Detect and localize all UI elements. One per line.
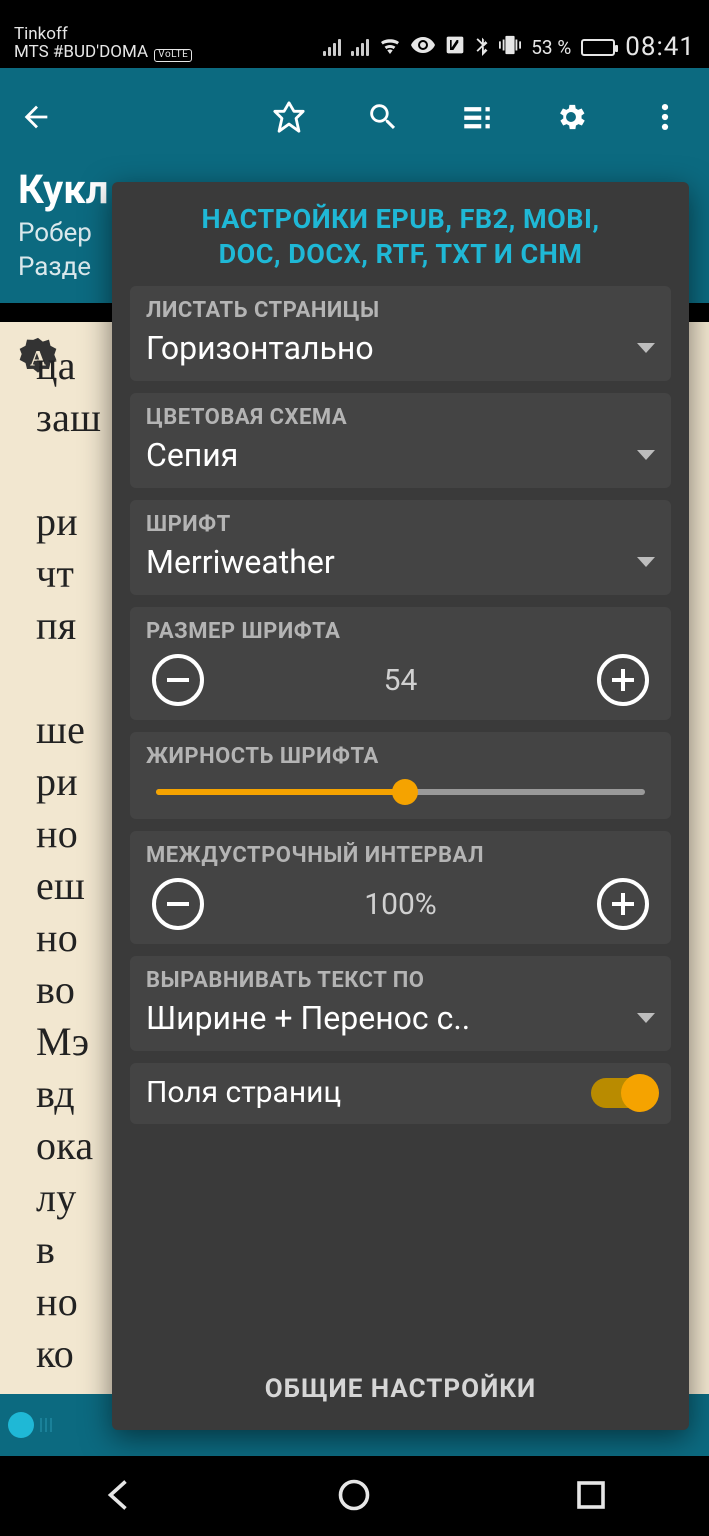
chevron-down-icon <box>637 343 655 353</box>
color-scheme-label: ЦВЕТОВАЯ СХЕМА <box>146 405 655 430</box>
color-scheme-value: Сепия <box>146 436 238 474</box>
page-margins-toggle[interactable] <box>591 1078 655 1108</box>
text-align-value: Ширине + Перенос с.. <box>146 999 470 1037</box>
nav-home-button[interactable] <box>336 1477 372 1516</box>
text-align-setting[interactable]: ВЫРАВНИВАТЬ ТЕКСТ ПО Ширине + Перенос с.… <box>130 956 671 1051</box>
visibility-icon <box>411 36 435 59</box>
line-spacing-increase-button[interactable] <box>597 878 649 930</box>
signal-1-icon <box>323 39 341 56</box>
signal-2-icon <box>351 39 369 56</box>
contents-button[interactable] <box>447 87 507 147</box>
font-size-setting: РАЗМЕР ШРИФТА 54 <box>130 607 671 720</box>
carrier-secondary: MTS #BUD'DOMA VoLTE <box>14 44 192 62</box>
line-spacing-setting: МЕЖДУСТРОЧНЫЙ ИНТЕРВАЛ 100% <box>130 831 671 944</box>
color-scheme-setting[interactable]: ЦВЕТОВАЯ СХЕМА Сепия <box>130 393 671 488</box>
battery-icon <box>581 39 615 56</box>
status-clock: 08:41 <box>625 32 695 62</box>
font-family-value: Merriweather <box>146 543 335 581</box>
progress-ticks-icon <box>40 1418 58 1432</box>
text-align-label: ВЫРАВНИВАТЬ ТЕКСТ ПО <box>146 968 655 993</box>
chevron-down-icon <box>637 557 655 567</box>
nav-back-button[interactable] <box>100 1477 136 1516</box>
battery-percent: 53 % <box>531 36 571 59</box>
font-family-setting[interactable]: ШРИФТ Merriweather <box>130 500 671 595</box>
settings-title: НАСТРОЙКИ EPUB, FB2, MOBI, DOC, DOCX, RT… <box>130 202 671 272</box>
search-button[interactable] <box>353 87 413 147</box>
page-margins-setting[interactable]: Поля страниц <box>130 1063 671 1124</box>
line-spacing-decrease-button[interactable] <box>152 878 204 930</box>
chevron-down-icon <box>637 1013 655 1023</box>
status-bar: Tinkoff MTS #BUD'DOMA VoLTE <box>0 0 709 68</box>
volte-badge: VoLTE <box>154 49 192 62</box>
progress-thumb-icon[interactable] <box>8 1412 34 1438</box>
font-size-label: РАЗМЕР ШРИФТА <box>146 619 655 644</box>
premium-button[interactable] <box>259 87 319 147</box>
nav-recent-button[interactable] <box>573 1477 609 1516</box>
general-settings-button[interactable]: ОБЩИЕ НАСТРОЙКИ <box>130 1352 671 1430</box>
system-nav-bar <box>0 1456 709 1536</box>
page-flip-setting[interactable]: ЛИСТАТЬ СТРАНИЦЫ Горизонтально <box>130 286 671 381</box>
font-weight-slider[interactable] <box>156 789 645 795</box>
reader-settings-popover: НАСТРОЙКИ EPUB, FB2, MOBI, DOC, DOCX, RT… <box>112 182 689 1430</box>
font-family-label: ШРИФТ <box>146 512 655 537</box>
page-margins-label: Поля страниц <box>146 1075 341 1110</box>
page-flip-value: Горизонтально <box>146 329 374 367</box>
vibrate-icon <box>499 35 521 60</box>
font-size-decrease-button[interactable] <box>152 654 204 706</box>
font-size-increase-button[interactable] <box>597 654 649 706</box>
display-settings-button[interactable] <box>541 87 601 147</box>
nfc-icon <box>445 35 465 60</box>
page-flip-label: ЛИСТАТЬ СТРАНИЦЫ <box>146 298 655 323</box>
slider-thumb-icon[interactable] <box>392 779 418 805</box>
font-weight-label: ЖИРНОСТЬ ШРИФТА <box>146 744 655 769</box>
line-spacing-label: МЕЖДУСТРОЧНЫЙ ИНТЕРВАЛ <box>146 843 655 868</box>
font-weight-setting: ЖИРНОСТЬ ШРИФТА <box>130 732 671 819</box>
bluetooth-icon <box>475 34 489 61</box>
back-button[interactable] <box>6 87 66 147</box>
line-spacing-value: 100% <box>364 887 437 922</box>
font-size-value: 54 <box>384 663 418 698</box>
chevron-down-icon <box>637 450 655 460</box>
app-toolbar <box>0 68 709 166</box>
overflow-button[interactable] <box>635 87 695 147</box>
wifi-icon <box>379 36 401 59</box>
